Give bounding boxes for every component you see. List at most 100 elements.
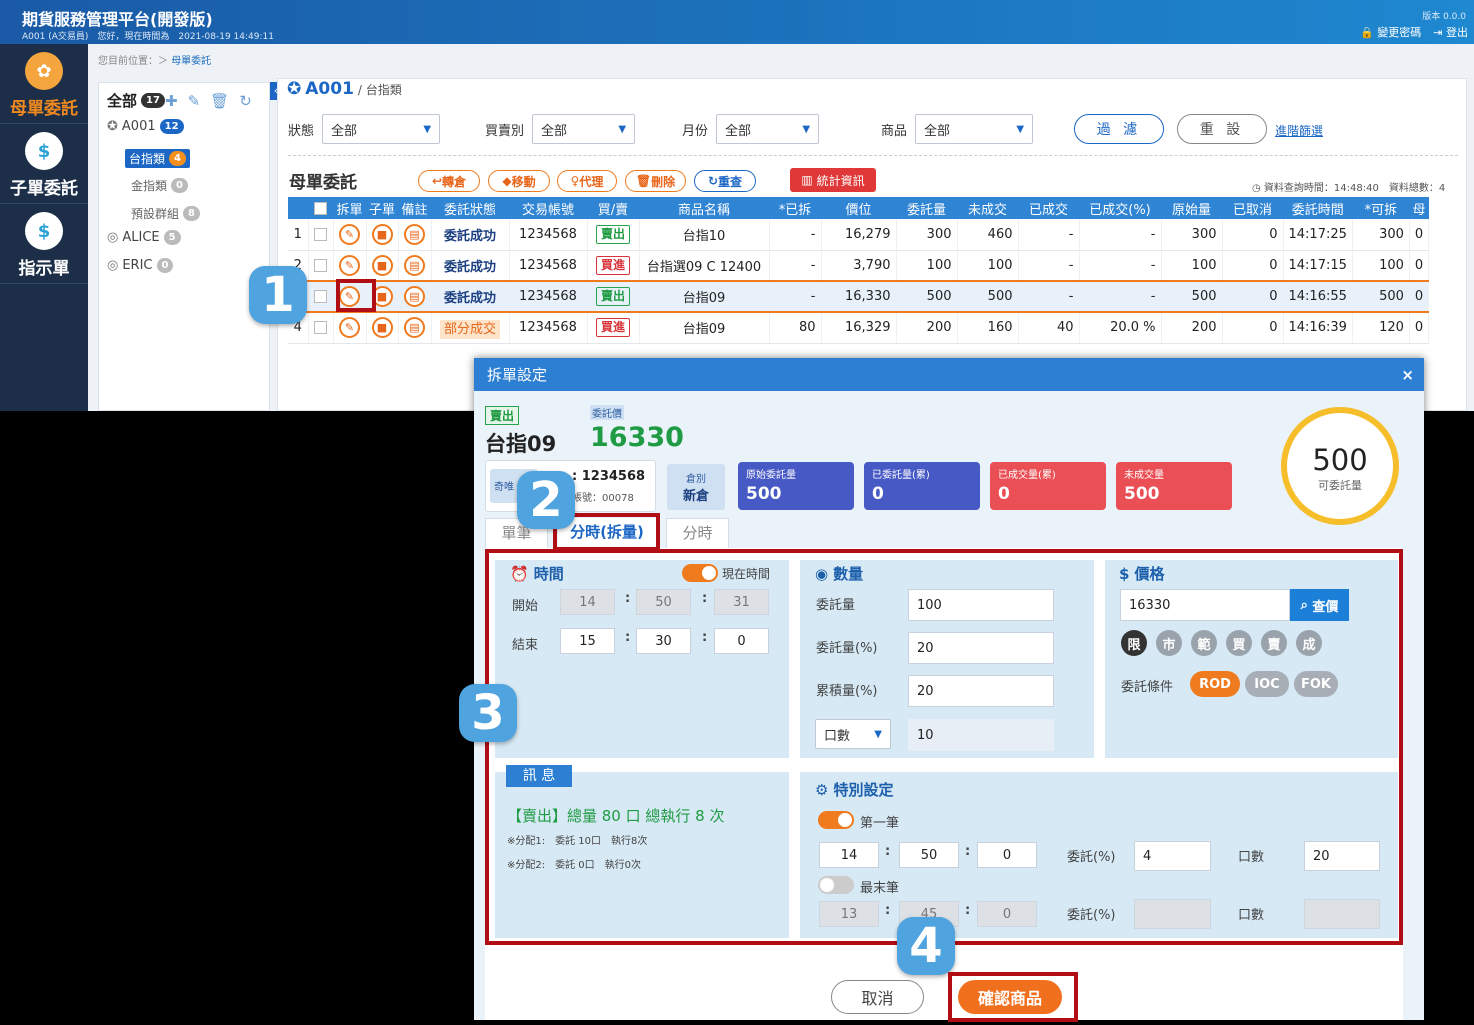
step-1-badge: 1	[249, 266, 307, 324]
cancel-button[interactable]: 取消	[831, 980, 924, 1014]
tree-item-taiex[interactable]: 台指類 4	[125, 149, 190, 168]
price-label: 委託價	[590, 405, 624, 420]
divider	[288, 155, 1458, 156]
refresh-icon[interactable]: ↻	[239, 92, 252, 110]
tree-item-eric[interactable]: ◎ ERIC 0	[107, 258, 174, 273]
step-2-badge: 2	[517, 471, 575, 529]
chevron-down-icon: ▼	[1016, 123, 1025, 135]
bar-chart-icon: ▥	[801, 173, 813, 187]
comment-icon[interactable]: ▤	[404, 317, 425, 339]
delete-button[interactable]: 🗑 刪除	[625, 170, 686, 192]
highlight-confirm-button	[948, 972, 1078, 1022]
row-checkbox[interactable]	[314, 258, 327, 272]
logout-icon: ⇥	[1433, 26, 1443, 39]
nav-child-order[interactable]: $ 子單委託	[0, 124, 88, 204]
version-label: 版本 0.0.0	[1422, 12, 1466, 22]
orders-title: 母單委託	[289, 173, 357, 193]
requery-button[interactable]: ↻ 重查	[694, 170, 756, 192]
product-label: 商品	[881, 123, 908, 139]
transfer-button[interactable]: ↩ 轉倉	[418, 170, 480, 192]
move-button[interactable]: ◆ 移動	[488, 170, 550, 192]
pencil-icon[interactable]: ✎	[339, 317, 360, 339]
tree-item-default[interactable]: 預設群組 8	[131, 205, 200, 222]
status-label: 狀態	[288, 123, 315, 139]
stat-filled: 已成交量(累) 0	[990, 462, 1106, 510]
chevron-down-icon: ▼	[423, 123, 432, 135]
product-select[interactable]: 全部 ▼	[915, 114, 1034, 144]
breadcrumb: 您目前位置：＞ 母單委託	[98, 56, 212, 67]
chevron-down-icon: ▼	[618, 123, 627, 135]
comment-icon[interactable]: ▤	[404, 254, 425, 276]
step-3-badge: 3	[459, 684, 517, 742]
square-icon[interactable]: ■	[371, 317, 393, 339]
user-icon: ◎	[107, 258, 119, 273]
stat-unfilled: 未成交量 500	[1116, 462, 1232, 510]
pencil-icon[interactable]: ✎	[339, 254, 360, 276]
month-select[interactable]: 全部 ▼	[716, 114, 820, 144]
trash-icon[interactable]: 🗑	[210, 92, 229, 110]
edit-icon[interactable]: ✎	[188, 92, 201, 110]
logout-link[interactable]: ⇥ 登出	[1433, 24, 1468, 40]
stats-button[interactable]: ▥ 統計資訊	[790, 168, 876, 192]
tab-timed[interactable]: 分時	[666, 518, 729, 549]
square-icon[interactable]: ■	[371, 254, 393, 276]
tree-all[interactable]: 全部 17	[107, 90, 165, 111]
group-tree: 全部 17 ✚ ✎ 🗑 ↻ ✪ A001 12 台指類 4 金指類 0 預設群組 8 ◎ AL…	[98, 82, 270, 411]
lock-icon: 🔒	[1360, 26, 1374, 39]
tree-item-gold[interactable]: 金指類 0	[131, 177, 188, 194]
status-select[interactable]: 全部 ▼	[322, 114, 441, 144]
tree-item-alice[interactable]: ◎ ALICE 5	[107, 230, 181, 245]
user-icon: ◎	[107, 230, 119, 245]
month-label: 月份	[682, 123, 709, 139]
page-title: ✪ A001/ 台指類	[287, 79, 402, 99]
filter-button[interactable]: 過 濾	[1074, 114, 1164, 144]
tree-icon: ✿	[25, 52, 63, 90]
orders-table: 拆單 子單 備註 委託狀態 交易帳號 買/賣 商品名稱 *已拆 價位 委託量 未成交 已成交 已成交(%…	[288, 197, 1430, 344]
bulb-icon: $	[25, 212, 63, 250]
hands-coin-icon: $	[25, 132, 63, 170]
comment-icon[interactable]: ▤	[404, 286, 425, 307]
change-password-link[interactable]: 🔒 變更密碼	[1360, 24, 1421, 40]
dialog-title: 拆單設定	[487, 366, 548, 384]
side-select[interactable]: 全部 ▼	[532, 114, 636, 144]
step-4-badge: 4	[897, 917, 955, 975]
table-row[interactable]: 1 ✎ ■ ▤ 委託成功 1234568 賣出 台指10-16,279 300 460- -30…	[288, 219, 1430, 251]
top-bar: 期貨服務管理平台(開發版) A001 (A交易員) 您好，現在時間為 2021-…	[0, 0, 1474, 44]
row-checkbox[interactable]	[314, 290, 327, 303]
breadcrumb-current[interactable]: 母單委託	[171, 56, 211, 67]
reset-button[interactable]: 重 設	[1177, 114, 1267, 144]
close-icon[interactable]: ×	[1401, 366, 1414, 384]
user-line: A001 (A交易員) 您好，現在時間為 2021-08-19 14:49:11	[22, 32, 274, 42]
proxy-button[interactable]: ♀ 代理	[557, 170, 617, 192]
table-row[interactable]: 4 ✎ ■ ▤ 部分成交 1234568 買進 台指09 80 16,329 200 160 40 2…	[288, 312, 1430, 344]
highlight-settings-area	[485, 549, 1403, 945]
query-time: ◷ 資料查詢時間：14:48:40 資料總數：4	[1252, 183, 1446, 194]
star-icon: ✪	[287, 79, 302, 99]
pencil-icon[interactable]: ✎	[339, 223, 360, 245]
row-checkbox[interactable]	[314, 321, 327, 335]
position-card: 倉別 新倉	[667, 464, 725, 510]
add-icon[interactable]: ✚	[165, 92, 178, 110]
table-row[interactable]: 2 ✎ ■ ▤ 委託成功 1234568 買進 台指選09 C 12400-3,790 10…	[288, 250, 1430, 282]
select-all-checkbox[interactable]	[314, 201, 327, 215]
side-nav: ✿ 母單委託 $ 子單委託 $ 指示單	[0, 44, 88, 411]
stat-ordered: 已委託量(累) 0	[864, 462, 980, 510]
nav-parent-order[interactable]: ✿ 母單委託	[0, 44, 88, 124]
table-row-selected[interactable]: 3 ✎■▤ 委託成功1234568賣出台指09-16,330500500--50…	[288, 280, 1430, 313]
star-icon: ✪	[107, 119, 118, 134]
side-label: 買賣別	[485, 123, 525, 139]
stat-original: 原始委託量 500	[738, 462, 854, 510]
account-sub: 帳號：00078	[572, 493, 634, 504]
side-tag: 賣出	[485, 406, 520, 425]
nav-instruction[interactable]: $ 指示單	[0, 204, 88, 284]
comment-icon[interactable]: ▤	[404, 223, 425, 245]
square-icon[interactable]: ■	[371, 223, 393, 245]
advanced-filter-link[interactable]: 進階篩選	[1275, 122, 1323, 139]
row-checkbox[interactable]	[314, 227, 327, 241]
tree-item-a001[interactable]: ✪ A001 12	[107, 119, 184, 134]
table-header: 拆單 子單 備註 委託狀態 交易帳號 買/賣 商品名稱 *已拆 價位 委託量 未成交 已成交 已成交(%…	[288, 197, 1429, 219]
order-price: 16330	[590, 422, 684, 453]
app-title: 期貨服務管理平台(開發版)	[22, 10, 213, 29]
account-number: : 1234568	[572, 469, 646, 484]
highlight-split-button	[336, 279, 376, 312]
